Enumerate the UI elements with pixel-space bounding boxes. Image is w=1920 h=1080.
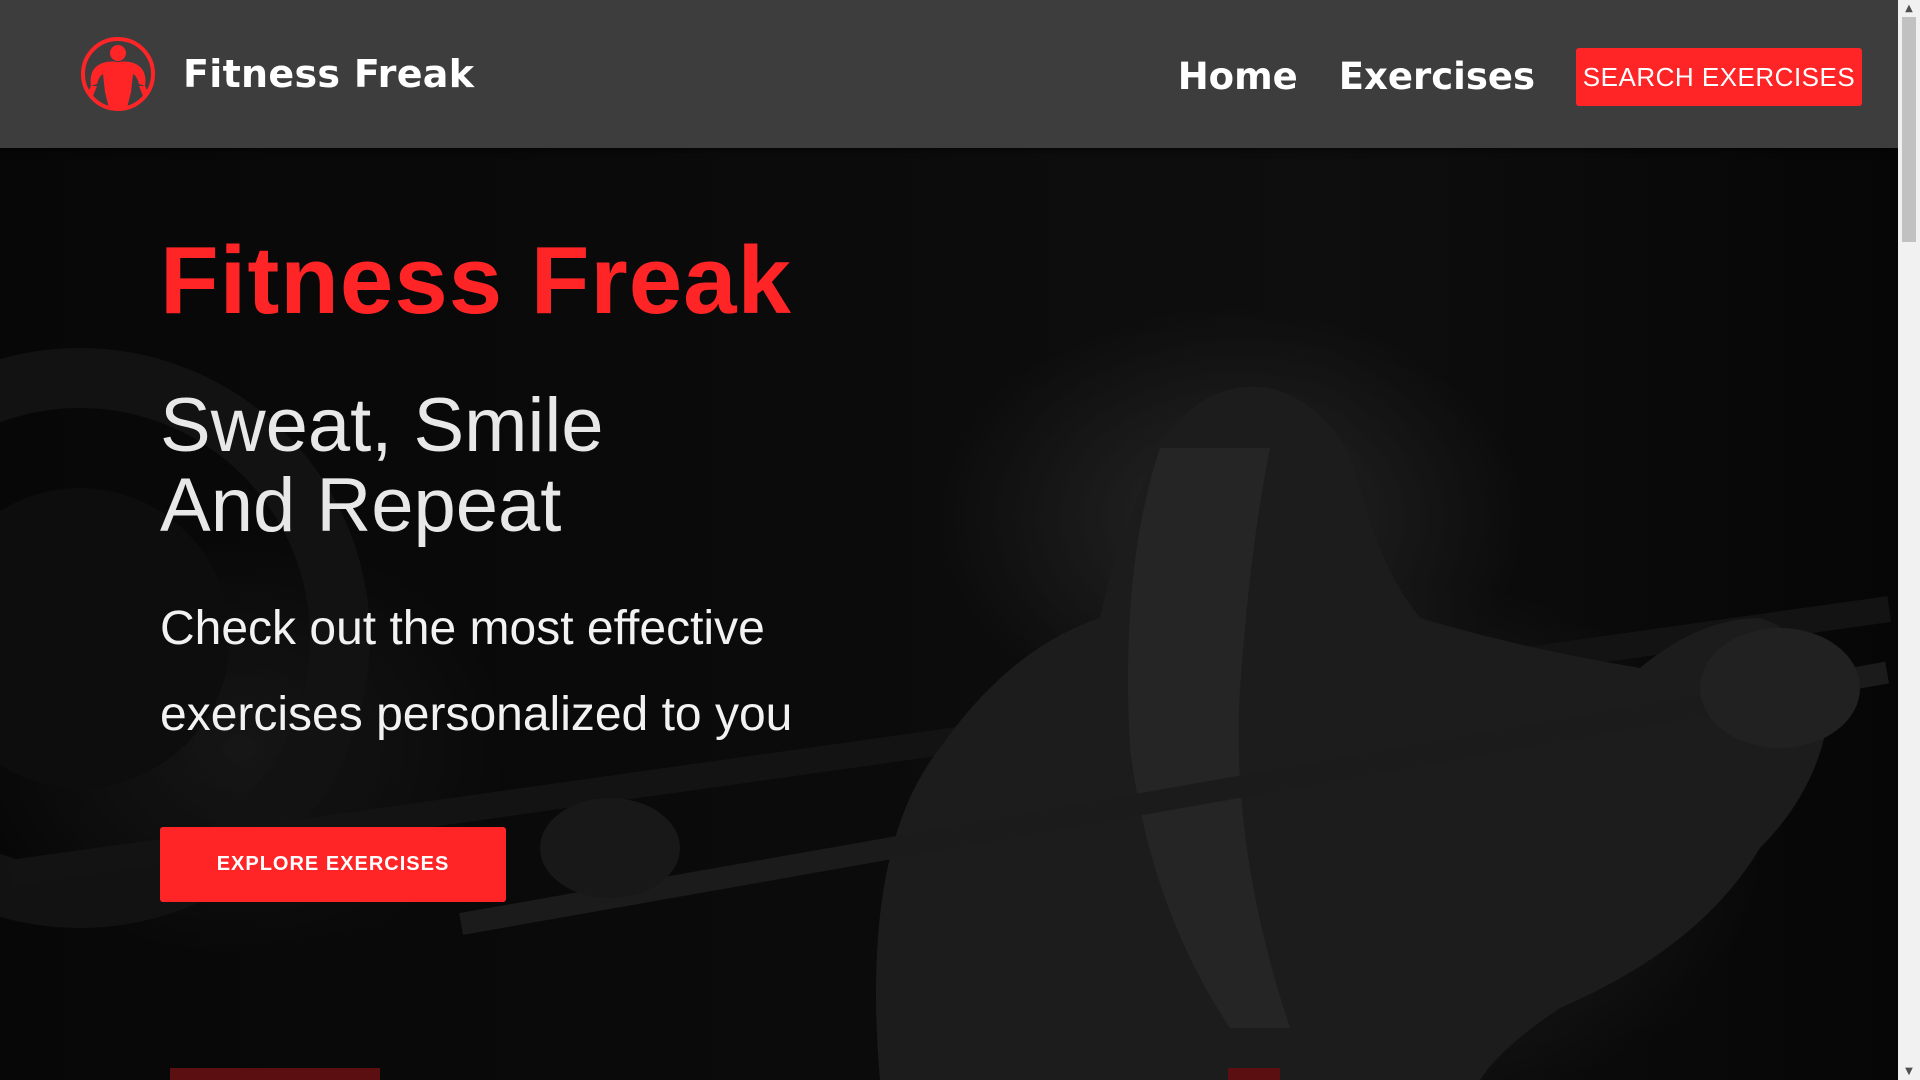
hero-title: Fitness Freak [160,227,792,334]
scroll-up-arrow-icon[interactable]: ▲ [1898,0,1920,17]
nav-links: Home Exercises SEARCH EXERCISES [1178,48,1862,106]
page: Fitness Freak Home Exercises SEARCH EXER… [0,0,1920,1080]
scroll-down-arrow-icon[interactable]: ▼ [1898,1063,1920,1080]
nav-link-exercises[interactable]: Exercises [1339,48,1535,106]
hero-section: Fitness Freak Sweat, Smile And Repeat Ch… [0,148,1898,1080]
next-section-peek [1228,1068,1280,1080]
next-section-peek [170,1068,380,1080]
muscle-man-logo-icon [81,37,155,111]
hero-tagline-line-2: And Repeat [160,463,562,548]
search-exercises-button[interactable]: SEARCH EXERCISES [1576,48,1862,106]
explore-exercises-button[interactable]: EXPLORE EXERCISES [160,827,506,902]
hero-description: Check out the most effective exercises p… [160,602,793,741]
hero-content: Fitness Freak Sweat, Smile And Repeat Ch… [160,226,1060,758]
scrollbar-thumb[interactable] [1902,17,1916,242]
brand-name: Fitness Freak [183,52,475,96]
hero-tagline: Sweat, Smile And Repeat [160,386,1060,546]
vertical-scrollbar[interactable]: ▲ ▼ [1898,0,1920,1080]
nav-link-home[interactable]: Home [1178,48,1298,106]
navbar: Fitness Freak Home Exercises SEARCH EXER… [0,0,1898,148]
hero-tagline-line-1: Sweat, Smile [160,383,604,468]
brand-link[interactable]: Fitness Freak [75,36,474,112]
